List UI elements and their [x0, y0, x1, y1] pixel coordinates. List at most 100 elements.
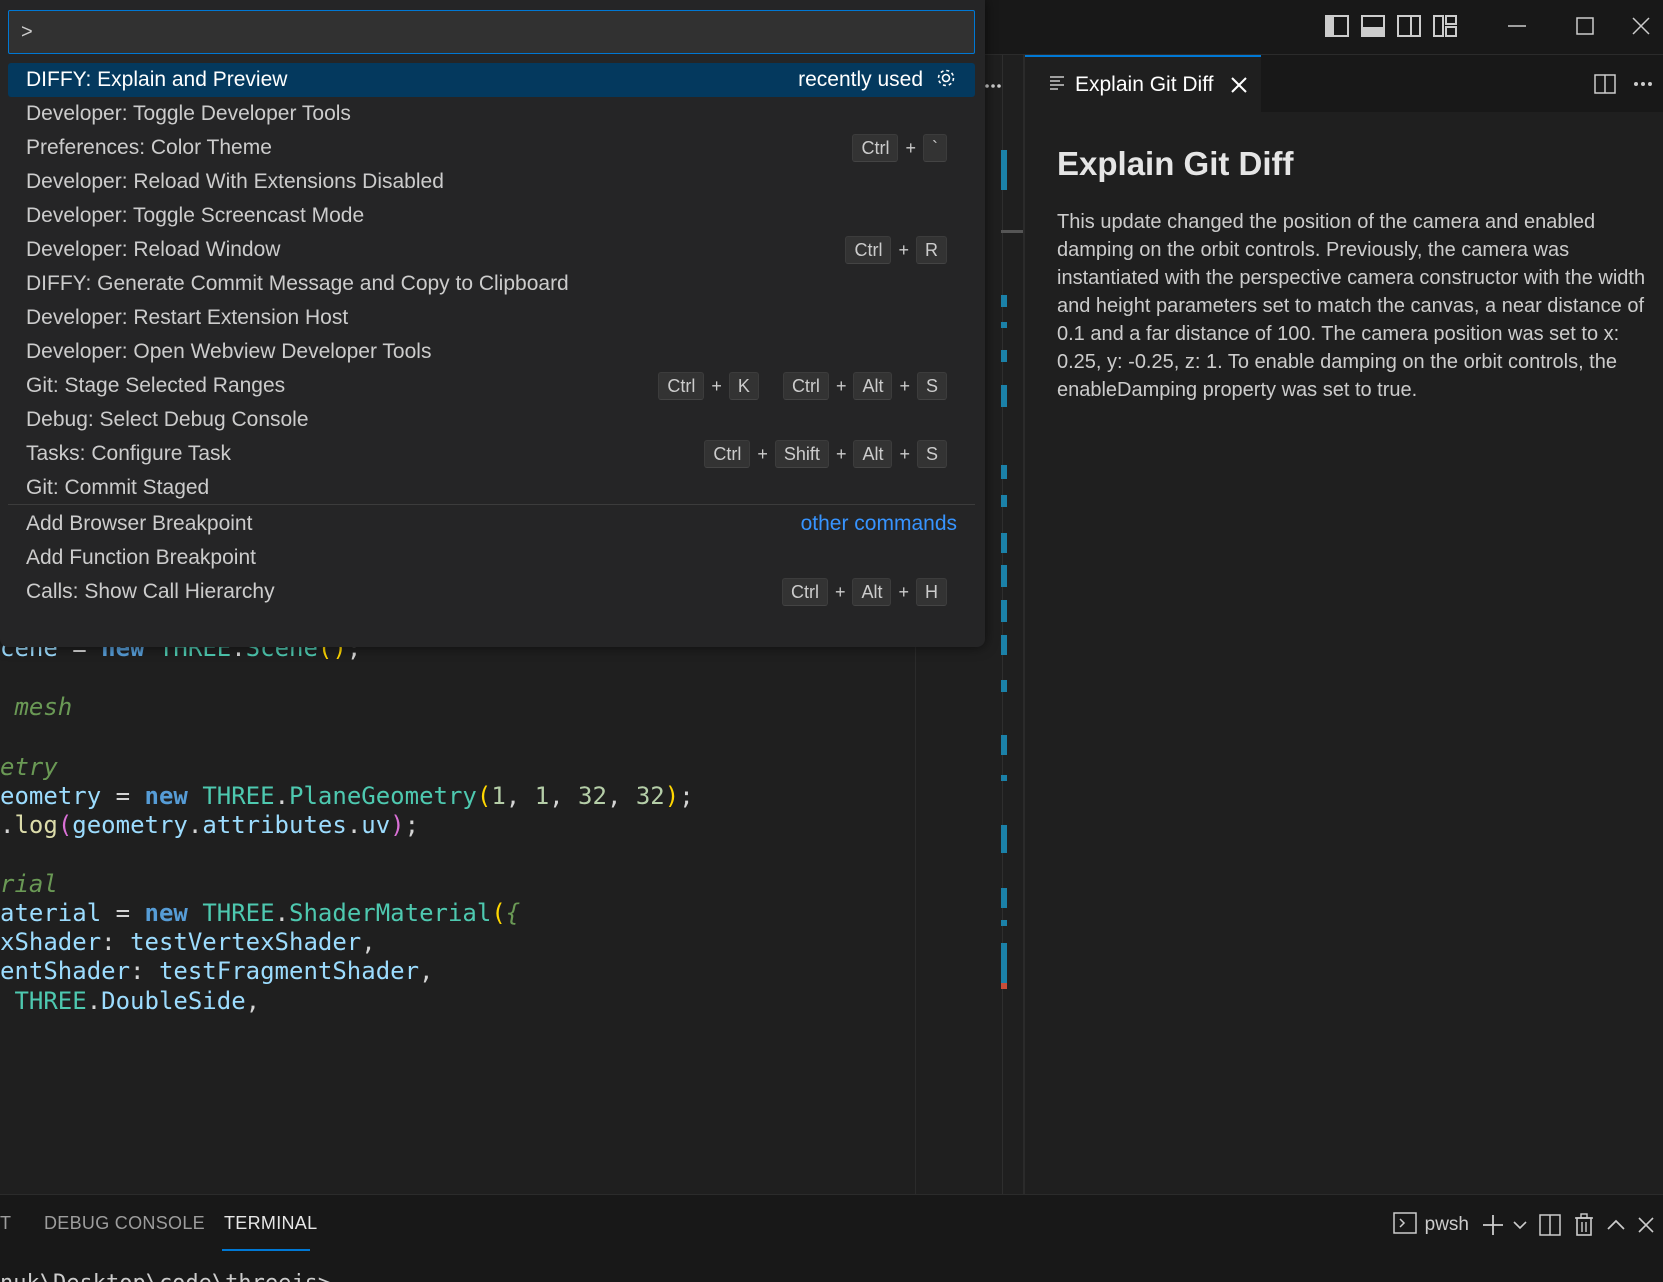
code-token: rial [0, 870, 58, 898]
more-actions-icon[interactable] [1625, 81, 1663, 87]
code-token: . [86, 987, 102, 1015]
code-token: xShader [0, 928, 102, 956]
command-palette-input[interactable]: > [8, 10, 975, 54]
command-item-developer-toggle-screencast-mode[interactable]: Developer: Toggle Screencast Mode [8, 199, 975, 233]
keybinding-key: H [916, 578, 947, 606]
toggle-secondary-sidebar-icon[interactable] [1391, 8, 1427, 44]
command-item-developer-toggle-developer-tools[interactable]: Developer: Toggle Developer Tools [8, 97, 975, 131]
keybinding-key: Ctrl [852, 134, 899, 162]
change-marker [1001, 322, 1007, 328]
split-editor-icon[interactable] [1585, 73, 1625, 94]
code-token: . [0, 811, 15, 839]
code-token: testVertexShader [130, 928, 362, 956]
close-panel-icon[interactable] [1637, 1205, 1657, 1245]
tab-terminal[interactable]: TERMINAL [224, 1213, 317, 1234]
command-item-developer-restart-extension-host[interactable]: Developer: Restart Extension Host [8, 301, 975, 335]
command-keybinding: other commands [801, 507, 957, 541]
code-token: , [419, 957, 434, 985]
tab-explain-git-diff[interactable]: Explain Git Diff [1025, 55, 1261, 112]
code-token: uv [361, 811, 391, 839]
code-line: entShader: testFragmentShader, [0, 956, 434, 987]
change-marker [1001, 385, 1007, 407]
minimize-icon[interactable] [1483, 0, 1551, 52]
change-marker [1001, 565, 1007, 587]
code-token: aterial [0, 899, 102, 927]
close-window-icon[interactable] [1619, 0, 1663, 52]
key-plus: + [905, 137, 916, 158]
webview-title: Explain Git Diff [1057, 145, 1294, 182]
code-line: eometry = new THREE.PlaneGeometry(1, 1, … [0, 781, 694, 812]
tab-debug-console[interactable]: DEBUG CONSOLE [44, 1213, 205, 1234]
code-token: testFragmentShader [158, 957, 420, 985]
command-item-debug-select-debug-console[interactable]: Debug: Select Debug Console [8, 403, 975, 437]
tab-output[interactable]: T [0, 1213, 11, 1234]
other-commands-label: other commands [800, 512, 957, 535]
code-token: eometry [0, 782, 102, 810]
toggle-panel-icon[interactable] [1355, 8, 1391, 44]
command-item-developer-open-webview-developer-tools[interactable]: Developer: Open Webview Developer Tools [8, 335, 975, 369]
command-item-add-browser-breakpoint[interactable]: Add Browser Breakpoint other commands [8, 507, 975, 541]
command-item-diffy-generate-commit-message-and-copy-to-clipboard[interactable]: DIFFY: Generate Commit Message and Copy … [8, 267, 975, 301]
command-label: Add Browser Breakpoint [26, 512, 253, 535]
code-token: = [101, 899, 145, 927]
gear-icon[interactable] [935, 67, 957, 94]
code-token: THREE [202, 782, 275, 810]
command-label: Add Function Breakpoint [26, 546, 256, 569]
terminal-shell-selector[interactable]: pwsh [1392, 1205, 1469, 1245]
scroll-thumb[interactable] [1001, 230, 1024, 233]
command-label: Preferences: Color Theme [26, 136, 272, 159]
change-marker [1001, 635, 1007, 655]
code-token: { [505, 899, 521, 927]
maximize-panel-icon[interactable] [1607, 1205, 1625, 1245]
keybinding-key: Shift [774, 440, 829, 468]
close-tab-icon[interactable] [1230, 76, 1248, 94]
code-token: DoubleSide [101, 987, 246, 1015]
preview-icon [1049, 74, 1065, 95]
editor-more-actions-icon[interactable] [985, 76, 1001, 94]
keybinding-key: K [728, 372, 759, 400]
code-line: etry [0, 752, 58, 783]
change-marker [1001, 920, 1007, 926]
command-item-developer-reload-window[interactable]: Developer: Reload Window Ctrl + R [8, 233, 975, 267]
command-item-developer-reload-with-extensions-disabled[interactable]: Developer: Reload With Extensions Disabl… [8, 165, 975, 199]
terminal-prompt[interactable]: nuk\Desktop\code\threejs> [0, 1271, 331, 1282]
keybinding-key: Alt [853, 440, 893, 468]
maximize-icon[interactable] [1551, 0, 1619, 52]
code-token: 32 [635, 782, 665, 810]
code-token: geometry [72, 811, 188, 839]
command-item-git-commit-staged[interactable]: Git: Commit Staged [8, 471, 975, 505]
keybinding-key: S [916, 440, 947, 468]
code-token: : [101, 928, 131, 956]
command-item-preferences-color-theme[interactable]: Preferences: Color Theme Ctrl + ` [8, 131, 975, 165]
terminal-icon [1392, 1211, 1417, 1240]
key-plus: + [834, 581, 846, 602]
change-marker [1001, 495, 1007, 507]
command-item-diffy-explain-and-preview[interactable]: DIFFY: Explain and Preview recently used [8, 63, 975, 97]
code-token: 32 [578, 782, 607, 810]
code-token: . [274, 782, 290, 810]
command-keybinding: recently used [798, 63, 957, 97]
code-line: rial [0, 869, 58, 900]
command-item-tasks-configure-task[interactable]: Tasks: Configure Task Ctrl + Shift + Alt + S [8, 437, 975, 471]
command-label: Developer: Toggle Developer Tools [26, 102, 351, 125]
key-plus: + [899, 375, 910, 396]
new-terminal-icon[interactable] [1481, 1205, 1527, 1245]
command-item-calls-show-call-hierarchy[interactable]: Calls: Show Call Hierarchy Ctrl + Alt + H [8, 575, 975, 609]
toggle-primary-sidebar-icon[interactable] [1319, 8, 1355, 44]
command-label: DIFFY: Explain and Preview [26, 68, 288, 91]
change-marker [1001, 150, 1007, 190]
command-item-git-stage-selected-ranges[interactable]: Git: Stage Selected Ranges Ctrl + K Ctrl + Alt… [8, 369, 975, 403]
code-token: THREE [202, 899, 275, 927]
change-marker [1001, 680, 1007, 692]
change-marker [1001, 350, 1007, 362]
customize-layout-icon[interactable] [1427, 8, 1463, 44]
bottom-panel: T DEBUG CONSOLE TERMINAL pwsh nuk\Deskto… [0, 1194, 1663, 1282]
split-terminal-icon[interactable] [1539, 1205, 1561, 1245]
command-item-add-function-breakpoint[interactable]: Add Function Breakpoint [8, 541, 975, 575]
command-label: Developer: Reload Window [26, 238, 281, 261]
code-token: : [130, 957, 159, 985]
keybinding-key: Ctrl [781, 578, 828, 606]
keybinding-key: Ctrl [658, 372, 705, 400]
kill-terminal-icon[interactable] [1573, 1205, 1595, 1245]
